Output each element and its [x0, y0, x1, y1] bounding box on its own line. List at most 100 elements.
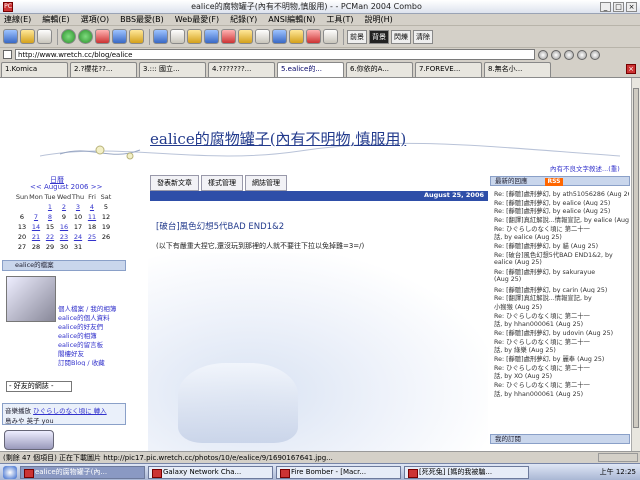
comment-item[interactable]: ealice (Aug 25)	[494, 259, 629, 268]
tab-sakura[interactable]: 2.?櫻花??...	[70, 62, 137, 77]
calendar-day[interactable]: 21	[29, 233, 43, 243]
comment-item[interactable]: 話, by ealice (Aug 25)	[494, 232, 629, 241]
profile-link[interactable]: ealice的相簿	[58, 330, 128, 339]
calendar-day[interactable]: 7	[29, 213, 43, 223]
comment-item[interactable]: 話, by XO (Aug 25)	[494, 371, 629, 380]
menu-connect[interactable]: 連線(E)	[4, 14, 31, 25]
tab-forever[interactable]: 7.FOREVE...	[415, 62, 482, 77]
tab-6[interactable]: 6.你依的A...	[346, 62, 413, 77]
calendar-day[interactable]: 23	[57, 233, 71, 243]
bbs-list-icon[interactable]	[204, 29, 219, 44]
help-icon[interactable]	[323, 29, 338, 44]
media-player-controls[interactable]	[4, 430, 54, 450]
post-title[interactable]: [破台]風色幻想5代BAD END1&2	[156, 220, 284, 232]
ansi-color-icon[interactable]	[221, 29, 236, 44]
close-tab-icon[interactable]: ×	[626, 64, 636, 74]
scrollbar-thumb[interactable]	[633, 88, 639, 428]
calendar-day[interactable]: 3	[71, 203, 85, 213]
comment-item[interactable]: Re: [翻譯]真紅解說...情報宣記, by	[494, 293, 629, 302]
calendar-month-nav[interactable]: << August 2006 >>	[30, 183, 102, 191]
screen-icon[interactable]	[272, 29, 287, 44]
maximize-button[interactable]: □	[613, 1, 624, 12]
task-deathbunny[interactable]: [死死兔] [媽的我被騙...	[404, 465, 529, 479]
menu-help[interactable]: 說明(H)	[365, 14, 393, 25]
menu-edit[interactable]: 編輯(E)	[42, 14, 69, 25]
menu-bbs-favorites[interactable]: BBS最愛(B)	[120, 14, 164, 25]
tab-blog-manage[interactable]: 網誌管理	[245, 175, 287, 191]
comment-item[interactable]: Re: ひぐらしのなく頃に 第二十一	[494, 311, 629, 320]
search-icon[interactable]	[551, 49, 561, 60]
calendar-day[interactable]: 14	[29, 223, 43, 233]
calendar-day[interactable]: 2	[57, 203, 71, 213]
background-button[interactable]: 背景	[369, 29, 389, 44]
comment-item[interactable]: 小猴猴 (Aug 25)	[494, 302, 629, 311]
comment-item[interactable]: Re: ひぐらしのなく頃に 第二十一	[494, 337, 629, 346]
paste-icon[interactable]	[170, 29, 185, 44]
calendar-day[interactable]: 11	[85, 213, 99, 223]
tab-4[interactable]: 4.???????...	[208, 62, 275, 77]
comment-item[interactable]: Re: [翻譯]真紅解說...情報宣記, by ealice (Aug 25)	[494, 215, 629, 224]
comment-item[interactable]: Re: [靜聽]處刑夢幻, by 貓 (Aug 25)	[494, 241, 629, 250]
comment-item[interactable]: Re: [靜聽]處刑夢幻, by ath51056286 (Aug 26)	[494, 189, 629, 198]
comment-item[interactable]: Re: ひぐらしのなく頃に 第二十一	[494, 363, 629, 372]
task-pcman[interactable]: ealice的腐物罐子(內...	[20, 465, 145, 479]
refresh-icon[interactable]	[112, 29, 127, 44]
calendar-day[interactable]: 16	[57, 223, 71, 233]
network-icon[interactable]	[577, 49, 587, 60]
comment-item[interactable]: Re: ひぐらしのなく頃に 第二十一	[494, 380, 629, 389]
chat-icon[interactable]	[590, 49, 600, 60]
copy-icon[interactable]	[153, 29, 168, 44]
blog-title[interactable]: ealice的腐物罐子(內有不明物,慎服用)	[150, 128, 406, 149]
favorites-icon[interactable]	[187, 29, 202, 44]
minimize-button[interactable]: _	[600, 1, 611, 12]
close-button[interactable]: ×	[626, 1, 637, 12]
profile-link[interactable]: ealice的留言板	[58, 339, 128, 348]
comment-item[interactable]: Re: [靜聽]處刑夢幻, by ealice (Aug 25)	[494, 198, 629, 207]
calendar-day[interactable]: 24	[71, 233, 85, 243]
comment-item[interactable]: Re: [破台]風色幻想5代BAD END1&2, by	[494, 250, 629, 259]
blink-button[interactable]: 閃爍	[391, 29, 411, 44]
menu-web-favorites[interactable]: Web最愛(F)	[175, 14, 219, 25]
notes-icon[interactable]	[289, 29, 304, 44]
comment-item[interactable]: 話, by 綠樂 (Aug 25)	[494, 345, 629, 354]
home-icon[interactable]	[129, 29, 144, 44]
task-galaxy-network[interactable]: Galaxy Network Cha...	[148, 465, 273, 479]
calendar-day[interactable]: 8	[43, 213, 57, 223]
address-input[interactable]	[15, 49, 535, 60]
friend-blogs-select[interactable]: - 好友的網誌 -	[6, 381, 72, 392]
lock-icon[interactable]	[255, 29, 270, 44]
tab-wretch[interactable]: 8.無名小...	[484, 62, 551, 77]
content-warning-link[interactable]: 內有不良文字敘述...(重)	[550, 163, 620, 173]
calendar-day[interactable]: 22	[43, 233, 57, 243]
profile-link[interactable]: 閣樓好友	[58, 348, 128, 357]
profile-link[interactable]: ealice的好友們	[58, 321, 128, 330]
tab-national[interactable]: 3.::: 國立...	[139, 62, 206, 77]
comment-item[interactable]: Re: [靜聽]處刑夢幻, by 麗奉 (Aug 25)	[494, 354, 629, 363]
menu-tools[interactable]: 工具(T)	[326, 14, 353, 25]
forward-icon[interactable]	[78, 29, 93, 44]
profile-link[interactable]: 個人檔案 / 我的相簿	[58, 303, 128, 312]
profile-link[interactable]: ealice的個人資料	[58, 312, 128, 321]
calendar-day[interactable]: 25	[85, 233, 99, 243]
comment-item[interactable]: Re: [靜聽]處刑夢幻, by carin (Aug 25)	[494, 285, 629, 294]
comment-item[interactable]: (Aug 25)	[494, 276, 629, 285]
tab-new-post[interactable]: 發表新文章	[150, 175, 199, 191]
folder-icon[interactable]	[20, 29, 35, 44]
edit-icon[interactable]	[306, 29, 321, 44]
settings-icon[interactable]	[238, 29, 253, 44]
comment-item[interactable]: Re: [靜聽]處刑夢幻, by udovin (Aug 25)	[494, 328, 629, 337]
go-icon[interactable]	[538, 49, 548, 60]
menu-history[interactable]: 紀錄(Y)	[230, 14, 257, 25]
calendar-day[interactable]: 1	[43, 203, 57, 213]
comment-item[interactable]: 話, by hhan000061 (Aug 25)	[494, 319, 629, 328]
back-icon[interactable]	[61, 29, 76, 44]
menu-ansi-edit[interactable]: ANSI編輯(N)	[268, 14, 315, 25]
disconnect-icon[interactable]	[37, 29, 52, 44]
tab-style-manage[interactable]: 樣式管理	[201, 175, 243, 191]
song-title[interactable]: ひぐらしのなく頃に 轉入	[33, 407, 107, 415]
menu-options[interactable]: 選項(O)	[81, 14, 110, 25]
start-menu-icon[interactable]	[3, 465, 17, 479]
vertical-scrollbar[interactable]	[631, 78, 640, 451]
calendar-day[interactable]: 4	[85, 203, 99, 213]
tab-komica[interactable]: 1.Komica	[1, 62, 68, 77]
